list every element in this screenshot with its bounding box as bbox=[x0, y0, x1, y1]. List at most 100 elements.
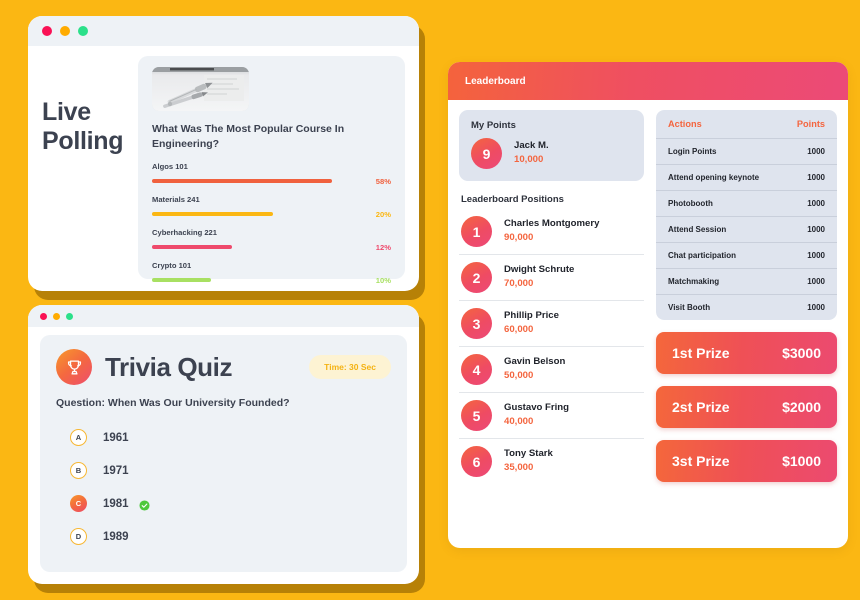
poll-bar-track bbox=[152, 278, 357, 283]
close-dot[interactable] bbox=[42, 26, 52, 36]
column-header-actions: Actions bbox=[668, 119, 702, 129]
leaderboard-title: Leaderboard bbox=[465, 75, 526, 87]
prize-amount: $3000 bbox=[782, 345, 821, 361]
minimize-dot[interactable] bbox=[60, 26, 70, 36]
quiz-option-a[interactable]: A 1961 bbox=[70, 421, 391, 454]
prize-label: 3st Prize bbox=[672, 453, 730, 469]
close-dot[interactable] bbox=[40, 312, 47, 320]
poll-bar-track bbox=[152, 245, 357, 250]
list-item[interactable]: 1 Charles Montgomery 90,000 bbox=[459, 209, 644, 255]
quiz-option-d[interactable]: D 1989 bbox=[70, 520, 391, 553]
action-name: Login Points bbox=[668, 147, 717, 156]
quiz-option-c[interactable]: C 1981 bbox=[70, 487, 391, 520]
quiz-question: Question: When Was Our University Founde… bbox=[56, 397, 290, 409]
rank-badge: 4 bbox=[461, 354, 492, 385]
my-points-label: My Points bbox=[471, 120, 516, 131]
table-row: Chat participation 1000 bbox=[656, 242, 837, 268]
prize-amount: $1000 bbox=[782, 453, 821, 469]
player-points: 35,000 bbox=[504, 462, 534, 474]
leaderboard-left-column: My Points 9 Jack M. 10,000 Leaderboard P… bbox=[459, 110, 644, 548]
drafting-pens-photo bbox=[152, 67, 249, 111]
poll-bar-fill bbox=[152, 278, 212, 283]
maximize-dot[interactable] bbox=[66, 312, 73, 320]
option-label: 1971 bbox=[103, 464, 129, 477]
rank-badge: 3 bbox=[461, 308, 492, 339]
action-name: Matchmaking bbox=[668, 277, 720, 286]
player-points: 90,000 bbox=[504, 232, 534, 244]
poll-bar-track bbox=[152, 179, 357, 184]
prize-third[interactable]: 3st Prize $1000 bbox=[656, 440, 837, 482]
option-label: 1981 bbox=[103, 497, 129, 510]
maximize-dot[interactable] bbox=[78, 26, 88, 36]
list-item[interactable]: 2 Dwight Schrute 70,000 bbox=[459, 255, 644, 301]
prize-label: 1st Prize bbox=[672, 345, 730, 361]
poll-bar-value: 12% bbox=[375, 242, 391, 252]
player-name: Gavin Belson bbox=[504, 356, 566, 368]
list-item[interactable]: 6 Tony Stark 35,000 bbox=[459, 439, 644, 484]
player-name: Phillip Price bbox=[504, 310, 559, 322]
poll-bar-fill bbox=[152, 179, 333, 184]
player-points: 40,000 bbox=[504, 416, 534, 428]
leaderboard-header: Leaderboard bbox=[448, 62, 848, 100]
action-points: 1000 bbox=[807, 277, 825, 286]
player-points: 60,000 bbox=[504, 324, 534, 336]
action-points: 1000 bbox=[807, 303, 825, 312]
quiz-option-b[interactable]: B 1971 bbox=[70, 454, 391, 487]
action-name: Attend Session bbox=[668, 225, 727, 234]
leaderboard-positions-list: 1 Charles Montgomery 90,000 2 Dwight Sch… bbox=[459, 209, 644, 484]
table-row: Photobooth 1000 bbox=[656, 190, 837, 216]
table-header-row: Actions Points bbox=[656, 110, 837, 138]
option-key-badge: A bbox=[70, 429, 87, 446]
table-row: Visit Booth 1000 bbox=[656, 294, 837, 320]
list-item[interactable]: 5 Gustavo Fring 40,000 bbox=[459, 393, 644, 439]
poll-bar-value: 58% bbox=[375, 176, 391, 186]
column-header-points: Points bbox=[796, 119, 825, 129]
polling-body: Live Polling What Was The Most Popular C… bbox=[28, 46, 419, 291]
player-name: Charles Montgomery bbox=[504, 218, 600, 230]
prize-label: 2st Prize bbox=[672, 399, 730, 415]
option-key-badge: C bbox=[70, 495, 87, 512]
leaderboard-positions-label: Leaderboard Positions bbox=[461, 194, 564, 205]
action-points: 1000 bbox=[807, 199, 825, 208]
option-key-badge: B bbox=[70, 462, 87, 479]
prize-second[interactable]: 2st Prize $2000 bbox=[656, 386, 837, 428]
player-points: 10,000 bbox=[514, 154, 544, 166]
quiz-timer-badge: Time: 30 Sec bbox=[309, 355, 391, 379]
list-item[interactable]: 4 Gavin Belson 50,000 bbox=[459, 347, 644, 393]
poll-results-chart: Algos 101 58% Materials 241 20% Cyberhac… bbox=[152, 162, 391, 285]
prizes-list: 1st Prize $3000 2st Prize $2000 3st Priz… bbox=[656, 332, 837, 482]
action-points: 1000 bbox=[807, 225, 825, 234]
poll-bar-value: 20% bbox=[375, 209, 391, 219]
correct-check-icon bbox=[139, 498, 150, 511]
quiz-card: Trivia Quiz Time: 30 Sec Question: When … bbox=[40, 335, 407, 572]
action-name: Photobooth bbox=[668, 199, 713, 208]
action-name: Chat participation bbox=[668, 251, 737, 260]
option-key-badge: D bbox=[70, 528, 87, 545]
quiz-options-list: A 1961 B 1971 C 1981 D 1989 bbox=[56, 421, 391, 553]
poll-bar-row: Cyberhacking 221 12% bbox=[152, 228, 391, 252]
polling-window-titlebar bbox=[28, 16, 419, 46]
table-row: Attend Session 1000 bbox=[656, 216, 837, 242]
poll-option-label: Crypto 101 bbox=[152, 260, 192, 270]
poll-option-label: Algos 101 bbox=[152, 161, 188, 171]
quiz-title: Trivia Quiz bbox=[105, 351, 233, 382]
poll-bar-value: 10% bbox=[375, 275, 391, 285]
player-name: Gustavo Fring bbox=[504, 402, 570, 414]
player-name: Tony Stark bbox=[504, 448, 553, 460]
list-item[interactable]: 3 Phillip Price 60,000 bbox=[459, 301, 644, 347]
live-polling-window: Live Polling What Was The Most Popular C… bbox=[28, 16, 419, 291]
leaderboard-panel: Leaderboard My Points 9 Jack M. 10,000 L… bbox=[448, 62, 848, 548]
leaderboard-right-column: Actions Points Login Points 1000 Attend … bbox=[644, 110, 837, 548]
player-points: 70,000 bbox=[504, 278, 534, 290]
actions-points-table: Actions Points Login Points 1000 Attend … bbox=[656, 110, 837, 320]
minimize-dot[interactable] bbox=[53, 312, 60, 320]
prize-first[interactable]: 1st Prize $3000 bbox=[656, 332, 837, 374]
option-label: 1961 bbox=[103, 431, 129, 444]
trivia-quiz-window: Trivia Quiz Time: 30 Sec Question: When … bbox=[28, 305, 419, 584]
action-points: 1000 bbox=[807, 147, 825, 156]
rank-badge: 2 bbox=[461, 262, 492, 293]
rank-badge: 9 bbox=[471, 138, 502, 169]
leaderboard-body: My Points 9 Jack M. 10,000 Leaderboard P… bbox=[448, 100, 848, 548]
poll-bar-fill bbox=[152, 212, 273, 217]
poll-card: What Was The Most Popular Course In Engi… bbox=[138, 56, 405, 285]
